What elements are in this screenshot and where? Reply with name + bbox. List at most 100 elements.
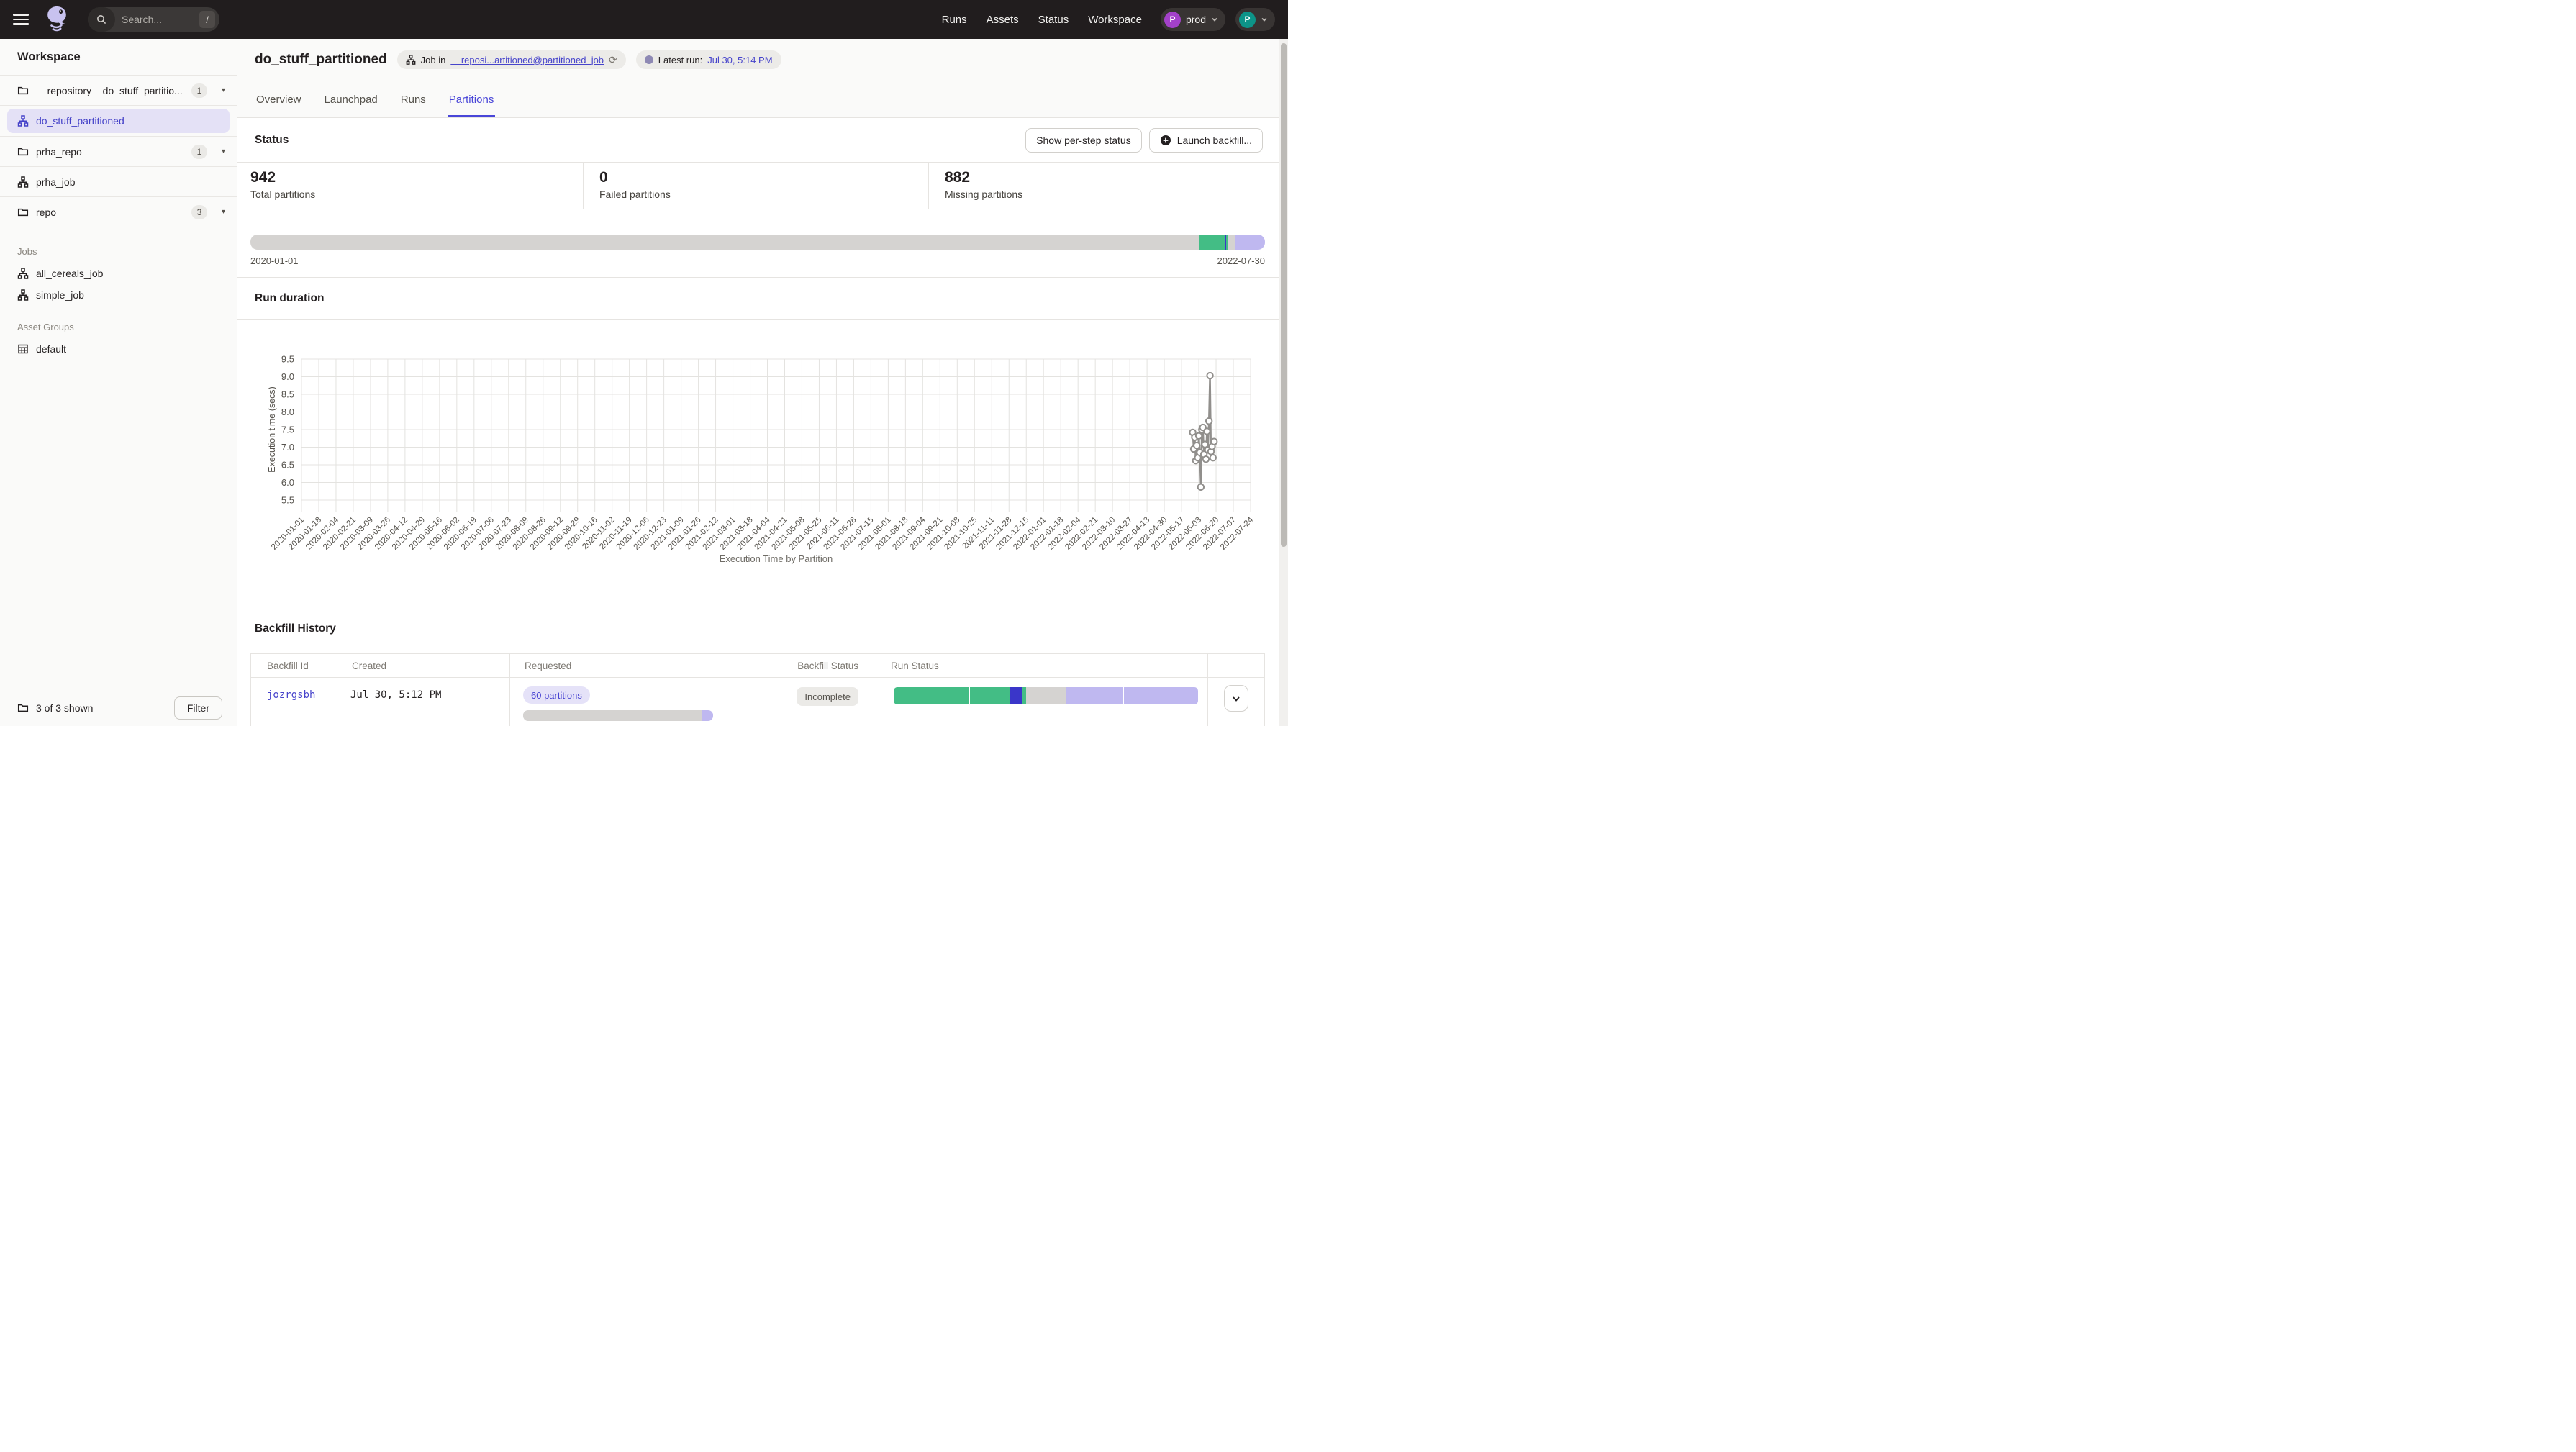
show-per-step-status-button[interactable]: Show per-step status [1025,128,1142,153]
sidebar-item-label: __repository__do_stuff_partitio... [36,85,183,96]
sidebar-item-label: do_stuff_partitioned [36,115,124,127]
chevron-down-icon [1211,16,1218,23]
svg-text:Execution Time by Partition: Execution Time by Partition [720,553,833,564]
sidebar-item-do-stuff-partitioned[interactable]: do_stuff_partitioned [7,109,230,133]
job-icon [17,289,29,301]
col-created: Created [337,654,510,677]
nav-workspace[interactable]: Workspace [1088,14,1142,26]
deployment-switcher[interactable]: P prod [1161,8,1225,31]
svg-text:6.5: 6.5 [281,460,294,471]
col-actions [1208,654,1264,677]
partition-stats-row: 942 Total partitions 0 Failed partitions… [237,163,1279,209]
latest-run-link[interactable]: Jul 30, 5:14 PM [707,55,772,65]
job-header: do_stuff_partitioned Job in __reposi...a… [237,39,1279,118]
sidebar-item-repository-do-stuff[interactable]: __repository__do_stuff_partitio... 1 ▾ [0,76,237,106]
user-menu[interactable]: P [1235,8,1275,31]
nav-runs[interactable]: Runs [942,14,967,26]
filter-button[interactable]: Filter [174,696,222,720]
launch-backfill-button[interactable]: Launch backfill... [1149,128,1263,153]
partition-range-start: 2020-01-01 [250,255,299,266]
chevron-down-icon[interactable]: ▾ [222,148,225,155]
top-nav: Runs Assets Status Workspace [942,14,1142,26]
partition-status-band: 2020-01-01 2022-07-30 [237,209,1279,278]
tab-launchpad[interactable]: Launchpad [323,86,379,117]
sidebar-item-prha-job[interactable]: prha_job [0,167,237,197]
deployment-avatar: P [1164,12,1181,28]
scrollbar-thumb[interactable] [1281,43,1287,547]
asset-groups-section-title: Asset Groups [17,322,237,332]
sidebar-item-label: prha_repo [36,146,82,158]
backfill-history-header: Backfill History [237,604,1279,653]
repo-count-badge: 1 [191,83,207,98]
row-expand-button[interactable] [1224,685,1248,712]
sidebar-job-simple-job[interactable]: simple_job [0,284,237,306]
col-run-status: Run Status [876,654,1208,677]
sidebar-item-prha-repo[interactable]: prha_repo 1 ▾ [0,137,237,167]
chevron-down-icon [1231,694,1241,704]
repo-count-badge: 3 [191,205,207,219]
partition-range-end: 2022-07-30 [1217,255,1266,266]
backfill-created: Jul 30, 5:12 PM [337,678,510,726]
sidebar-item-repo[interactable]: repo 3 ▾ [0,197,237,227]
sidebar-title: Workspace [0,39,237,75]
stat-missing-partitions: 882 Missing partitions [928,163,1279,209]
asset-group-icon [17,343,29,355]
table-header-row: Backfill Id Created Requested Backfill S… [251,654,1264,678]
asset-group-label: default [36,343,66,355]
status-section-header: Status Show per-step status Launch backf… [237,118,1279,163]
chevron-down-icon[interactable]: ▾ [222,208,225,216]
hamburger-menu-icon[interactable] [13,14,29,25]
deployment-label: prod [1186,14,1206,25]
jobs-section-title: Jobs [17,246,237,257]
job-label: all_cereals_job [36,268,103,279]
svg-text:8.5: 8.5 [281,389,294,400]
job-icon [17,176,29,188]
search-placeholder: Search... [115,14,199,25]
sidebar-job-all-cereals[interactable]: all_cereals_job [0,263,237,284]
col-backfill-status: Backfill Status [725,654,876,677]
search-icon [88,7,115,32]
job-label: simple_job [36,289,84,301]
svg-text:Execution time (secs): Execution time (secs) [267,386,277,472]
svg-text:9.0: 9.0 [281,371,294,382]
nav-assets[interactable]: Assets [987,14,1019,26]
run-duration-title: Run duration [255,292,324,305]
page-scrollbar [1279,39,1288,726]
folder-icon [17,85,29,96]
requested-range-bar [523,710,713,721]
refresh-icon[interactable]: ⟳ [609,54,617,66]
workspace-sidebar: Workspace __repository__do_stuff_partiti… [0,39,237,726]
page-title: do_stuff_partitioned [255,52,387,68]
tab-overview[interactable]: Overview [255,86,303,117]
run-duration-chart: 2020-01-012020-01-182020-02-042020-02-21… [237,320,1279,604]
svg-text:9.5: 9.5 [281,354,294,365]
job-icon [406,55,416,65]
nav-status[interactable]: Status [1038,14,1069,26]
tab-partitions[interactable]: Partitions [448,86,496,117]
requested-partitions-badge[interactable]: 60 partitions [523,686,590,704]
backfill-status-badge: Incomplete [797,687,858,706]
latest-run-pill: Latest run: Jul 30, 5:14 PM [636,50,781,69]
tab-bar: Overview Launchpad Runs Partitions [255,86,1262,117]
svg-text:6.0: 6.0 [281,477,294,488]
job-origin-pill: Job in __reposi...artitioned@partitioned… [397,50,626,69]
backfill-id-link[interactable]: jozrgsbh [267,689,315,701]
partition-status-bar[interactable] [250,235,1265,250]
backfill-history-table: Backfill Id Created Requested Backfill S… [250,653,1265,726]
table-row: jozrgsbh Jul 30, 5:12 PM 60 partitions 2… [251,678,1264,726]
chevron-down-icon[interactable]: ▾ [222,86,225,94]
sidebar-item-label: prha_job [36,176,76,188]
status-title: Status [255,134,289,147]
run-status-bar[interactable] [894,687,1198,704]
shown-count-text: 3 of 3 shown [36,702,93,714]
job-origin-link[interactable]: __reposi...artitioned@partitioned_job [450,55,604,65]
tab-runs[interactable]: Runs [399,86,427,117]
svg-text:7.0: 7.0 [281,442,294,453]
svg-text:8.0: 8.0 [281,407,294,417]
sidebar-asset-group-default[interactable]: default [0,338,237,360]
run-status-dot [645,55,653,64]
folder-icon [17,207,29,218]
dagster-logo-icon[interactable] [45,5,69,34]
search-input[interactable]: Search... / [88,7,219,32]
job-icon [17,268,29,279]
